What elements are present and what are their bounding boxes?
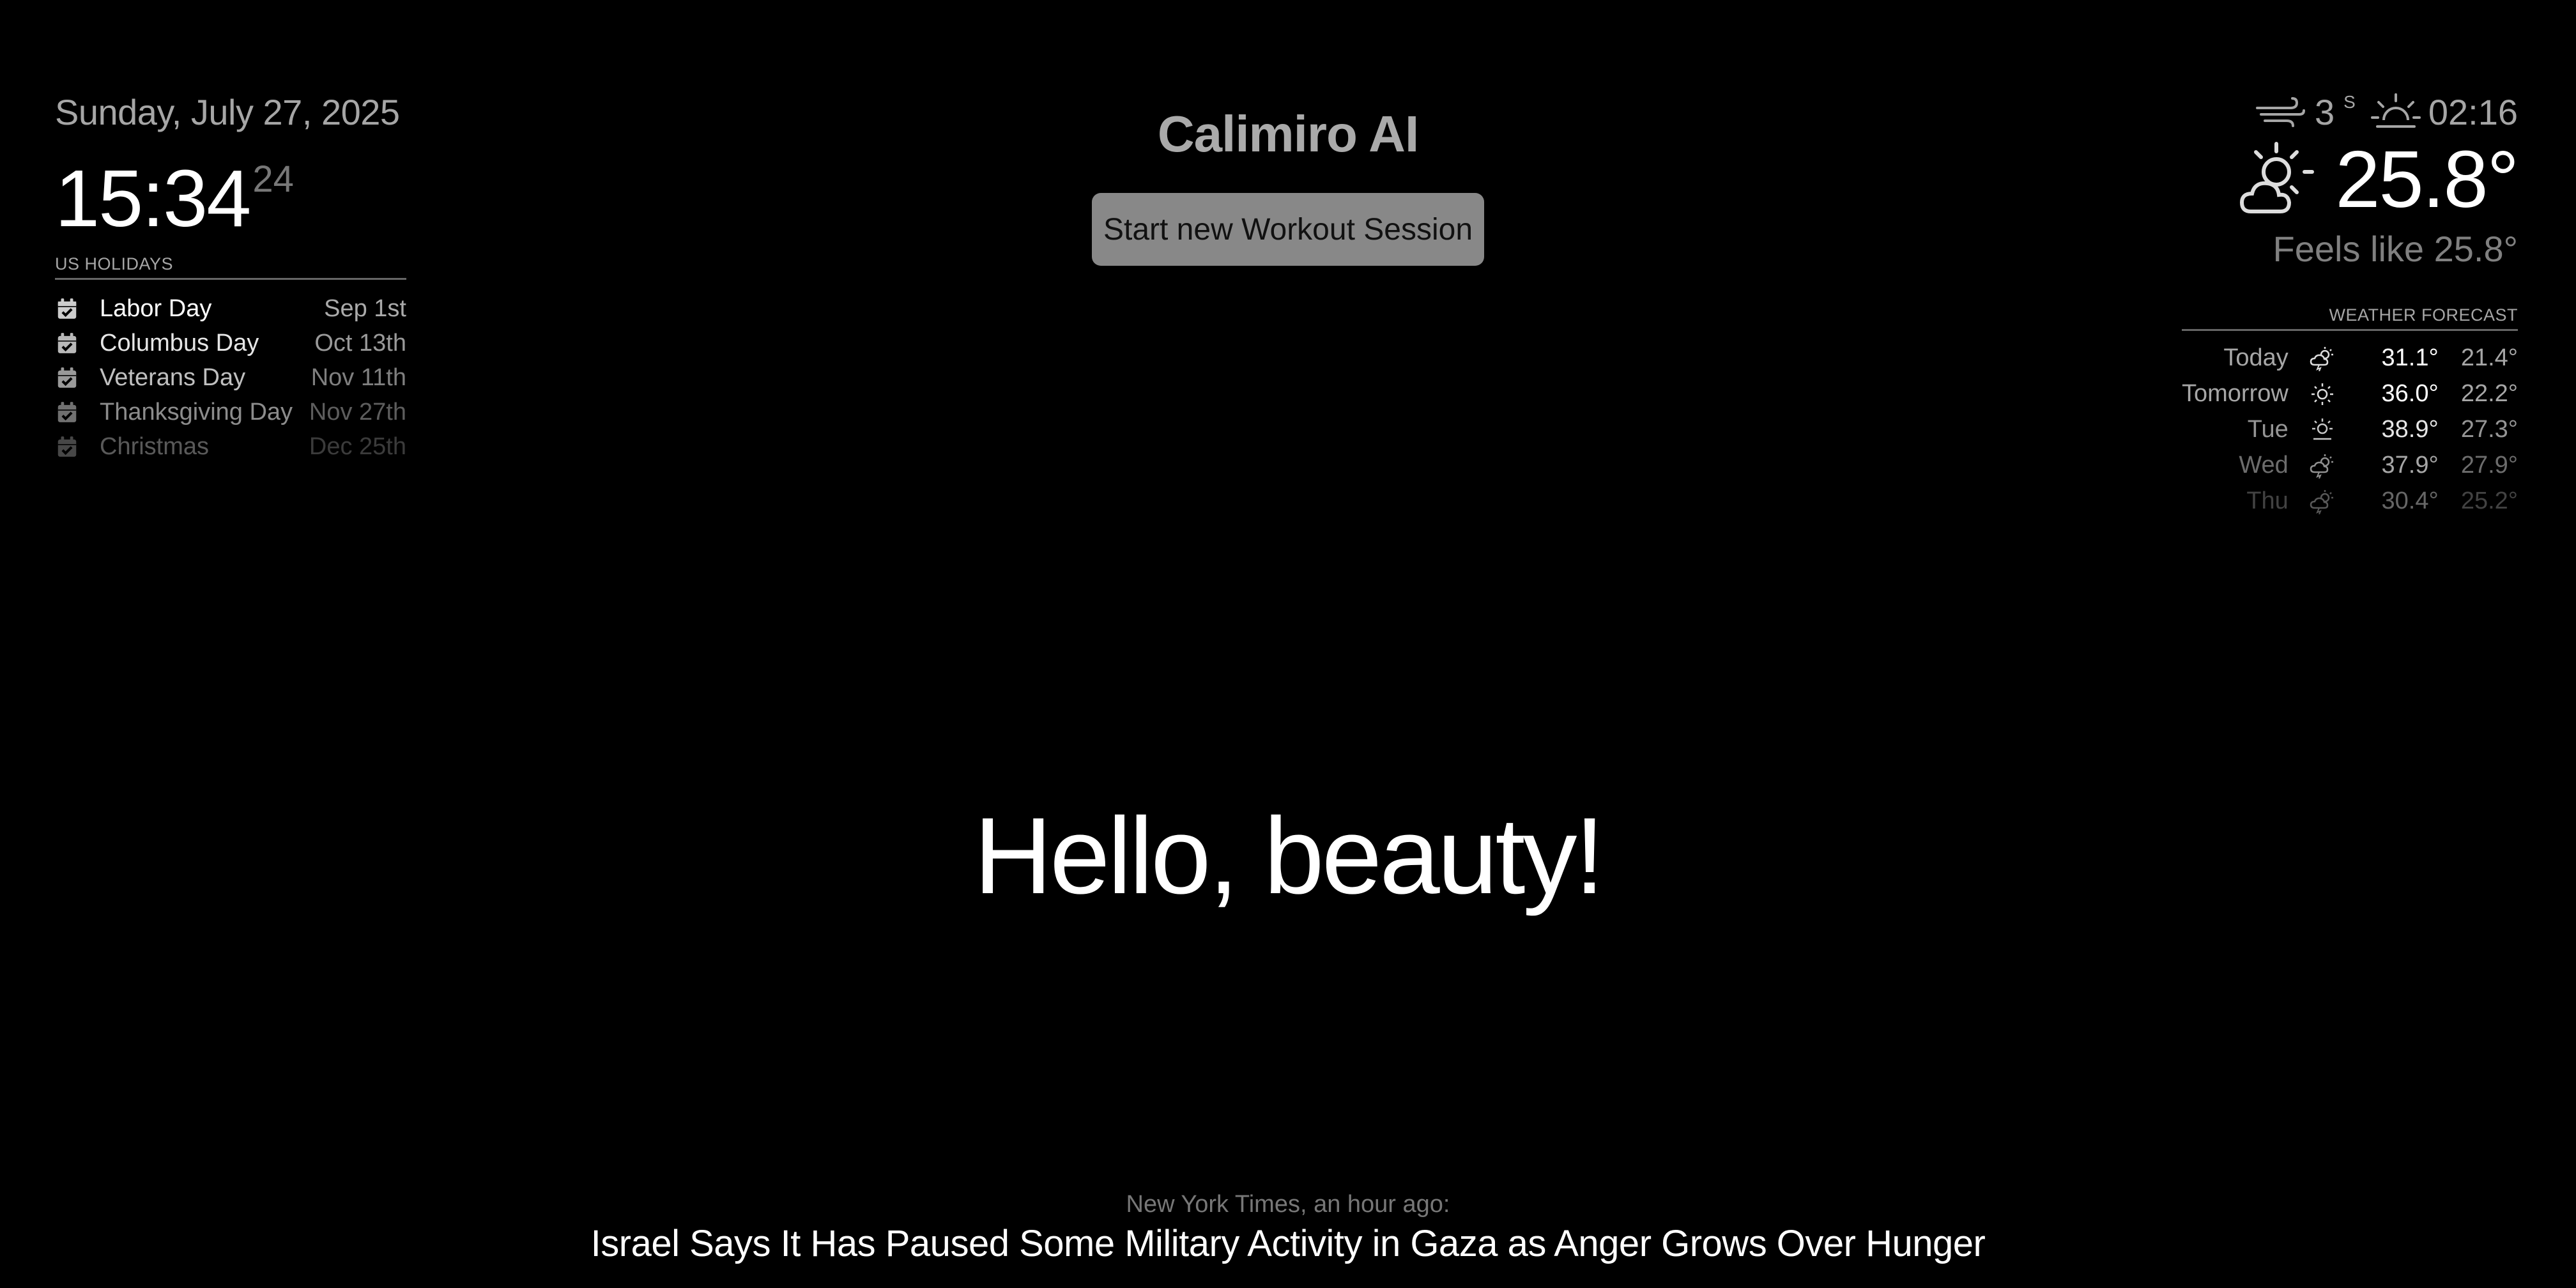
forecast-day: Tomorrow	[2182, 379, 2288, 407]
holiday-date: Nov 11th	[310, 364, 406, 391]
sunrise-icon	[2370, 93, 2421, 128]
forecast-max-temp: 38.9°	[2381, 415, 2439, 443]
holiday-item: Veterans Day Nov 11th	[55, 360, 406, 395]
thunderstorm-day-icon	[2310, 347, 2334, 372]
current-temperature: 25.8°	[2335, 134, 2519, 224]
holiday-date: Oct 13th	[314, 329, 406, 356]
calendar-check-icon	[57, 402, 77, 422]
holiday-date: Sep 1st	[324, 295, 406, 322]
holiday-list: Labor Day Sep 1st Columbus Day Oct 13th …	[55, 291, 406, 464]
holiday-item: Columbus Day Oct 13th	[55, 326, 406, 360]
news-source: New York Times, an hour ago:	[1126, 1191, 1450, 1218]
wind-direction: S	[2343, 92, 2356, 112]
newsfeed-module: New York Times, an hour ago: Israel Says…	[0, 1188, 2576, 1268]
sunny-icon	[2312, 383, 2334, 406]
holiday-item: Thanksgiving Day Nov 27th	[55, 395, 406, 429]
holidays-module: US HOLIDAYS Labor Day Sep 1st Columbus D…	[55, 254, 406, 464]
forecast-row: Today 31.1° 21.4°	[2182, 340, 2518, 376]
forecast-day: Today	[2223, 344, 2288, 371]
mirror-screen: Sunday, July 27, 2025 15:3424 US HOLIDAY…	[0, 0, 2576, 1288]
sunrise-time: 02:16	[2428, 92, 2518, 132]
forecast-day: Wed	[2239, 451, 2288, 479]
forecast-day: Thu	[2246, 487, 2288, 514]
wind-icon	[2256, 97, 2306, 127]
forecast-header: WEATHER FORECAST	[2182, 305, 2518, 331]
forecast-min-temp: 21.4°	[2460, 344, 2518, 371]
forecast-row: Tomorrow 36.0° 22.2°	[2182, 376, 2518, 411]
weather-wind-sun-line: 3 S 02:16	[2238, 89, 2518, 135]
holiday-date: Nov 27th	[309, 398, 406, 425]
forecast-max-temp: 36.0°	[2381, 379, 2439, 407]
holiday-item: Labor Day Sep 1st	[55, 291, 406, 326]
partly-cloudy-day-icon	[2240, 142, 2315, 213]
weather-temp-line: 25.8°	[2238, 134, 2519, 224]
thunderstorm-day-icon	[2310, 454, 2334, 479]
forecast-min-temp: 27.3°	[2460, 415, 2518, 443]
holiday-name: Labor Day	[100, 295, 212, 322]
forecast-max-temp: 30.4°	[2381, 487, 2439, 514]
forecast-row: Tue 38.9° 27.3°	[2182, 411, 2518, 447]
holiday-name: Christmas	[100, 433, 210, 460]
forecast-row: Thu 30.4° 25.2°	[2182, 483, 2518, 519]
holiday-date: Dec 25th	[309, 433, 406, 460]
forecast-min-temp: 25.2°	[2460, 487, 2518, 514]
holiday-item: Christmas Dec 25th	[55, 429, 406, 464]
forecast-day: Tue	[2247, 415, 2288, 443]
forecast-table: Today 31.1° 21.4° Tomorrow 36.0° 22.2° T…	[2182, 340, 2518, 519]
forecast-row: Wed 37.9° 27.9°	[2182, 447, 2518, 483]
calendar-check-icon	[57, 298, 77, 319]
calendar-check-icon	[57, 333, 77, 353]
partly-sunny-icon	[2312, 418, 2333, 440]
weather-forecast-module: WEATHER FORECAST Today 31.1° 21.4° Tomor…	[2182, 305, 2518, 519]
compliment-text: Hello, beauty!	[974, 795, 1605, 917]
wind-speed: 3	[2315, 92, 2335, 132]
calendar-check-icon	[57, 367, 77, 388]
calendar-check-icon	[57, 436, 77, 457]
thunderstorm-day-icon	[2310, 490, 2334, 515]
app-header: Calimiro AI Start new Workout Session	[0, 102, 2576, 266]
holiday-name: Veterans Day	[100, 364, 246, 391]
holiday-name: Thanksgiving Day	[100, 398, 293, 425]
forecast-min-temp: 22.2°	[2460, 379, 2518, 407]
current-weather-module: 3 S 02:16 25.8° Feels like 25.8°	[2238, 89, 2519, 275]
holiday-name: Columbus Day	[100, 329, 259, 356]
forecast-max-temp: 31.1°	[2381, 344, 2439, 371]
start-workout-button[interactable]: Start new Workout Session	[1092, 193, 1484, 266]
app-title: Calimiro AI	[1157, 105, 1419, 162]
forecast-max-temp: 37.9°	[2381, 451, 2439, 479]
forecast-min-temp: 27.9°	[2460, 451, 2518, 479]
feels-like: Feels like 25.8°	[2273, 229, 2518, 269]
news-headline: Israel Says It Has Paused Some Military …	[590, 1223, 1986, 1264]
